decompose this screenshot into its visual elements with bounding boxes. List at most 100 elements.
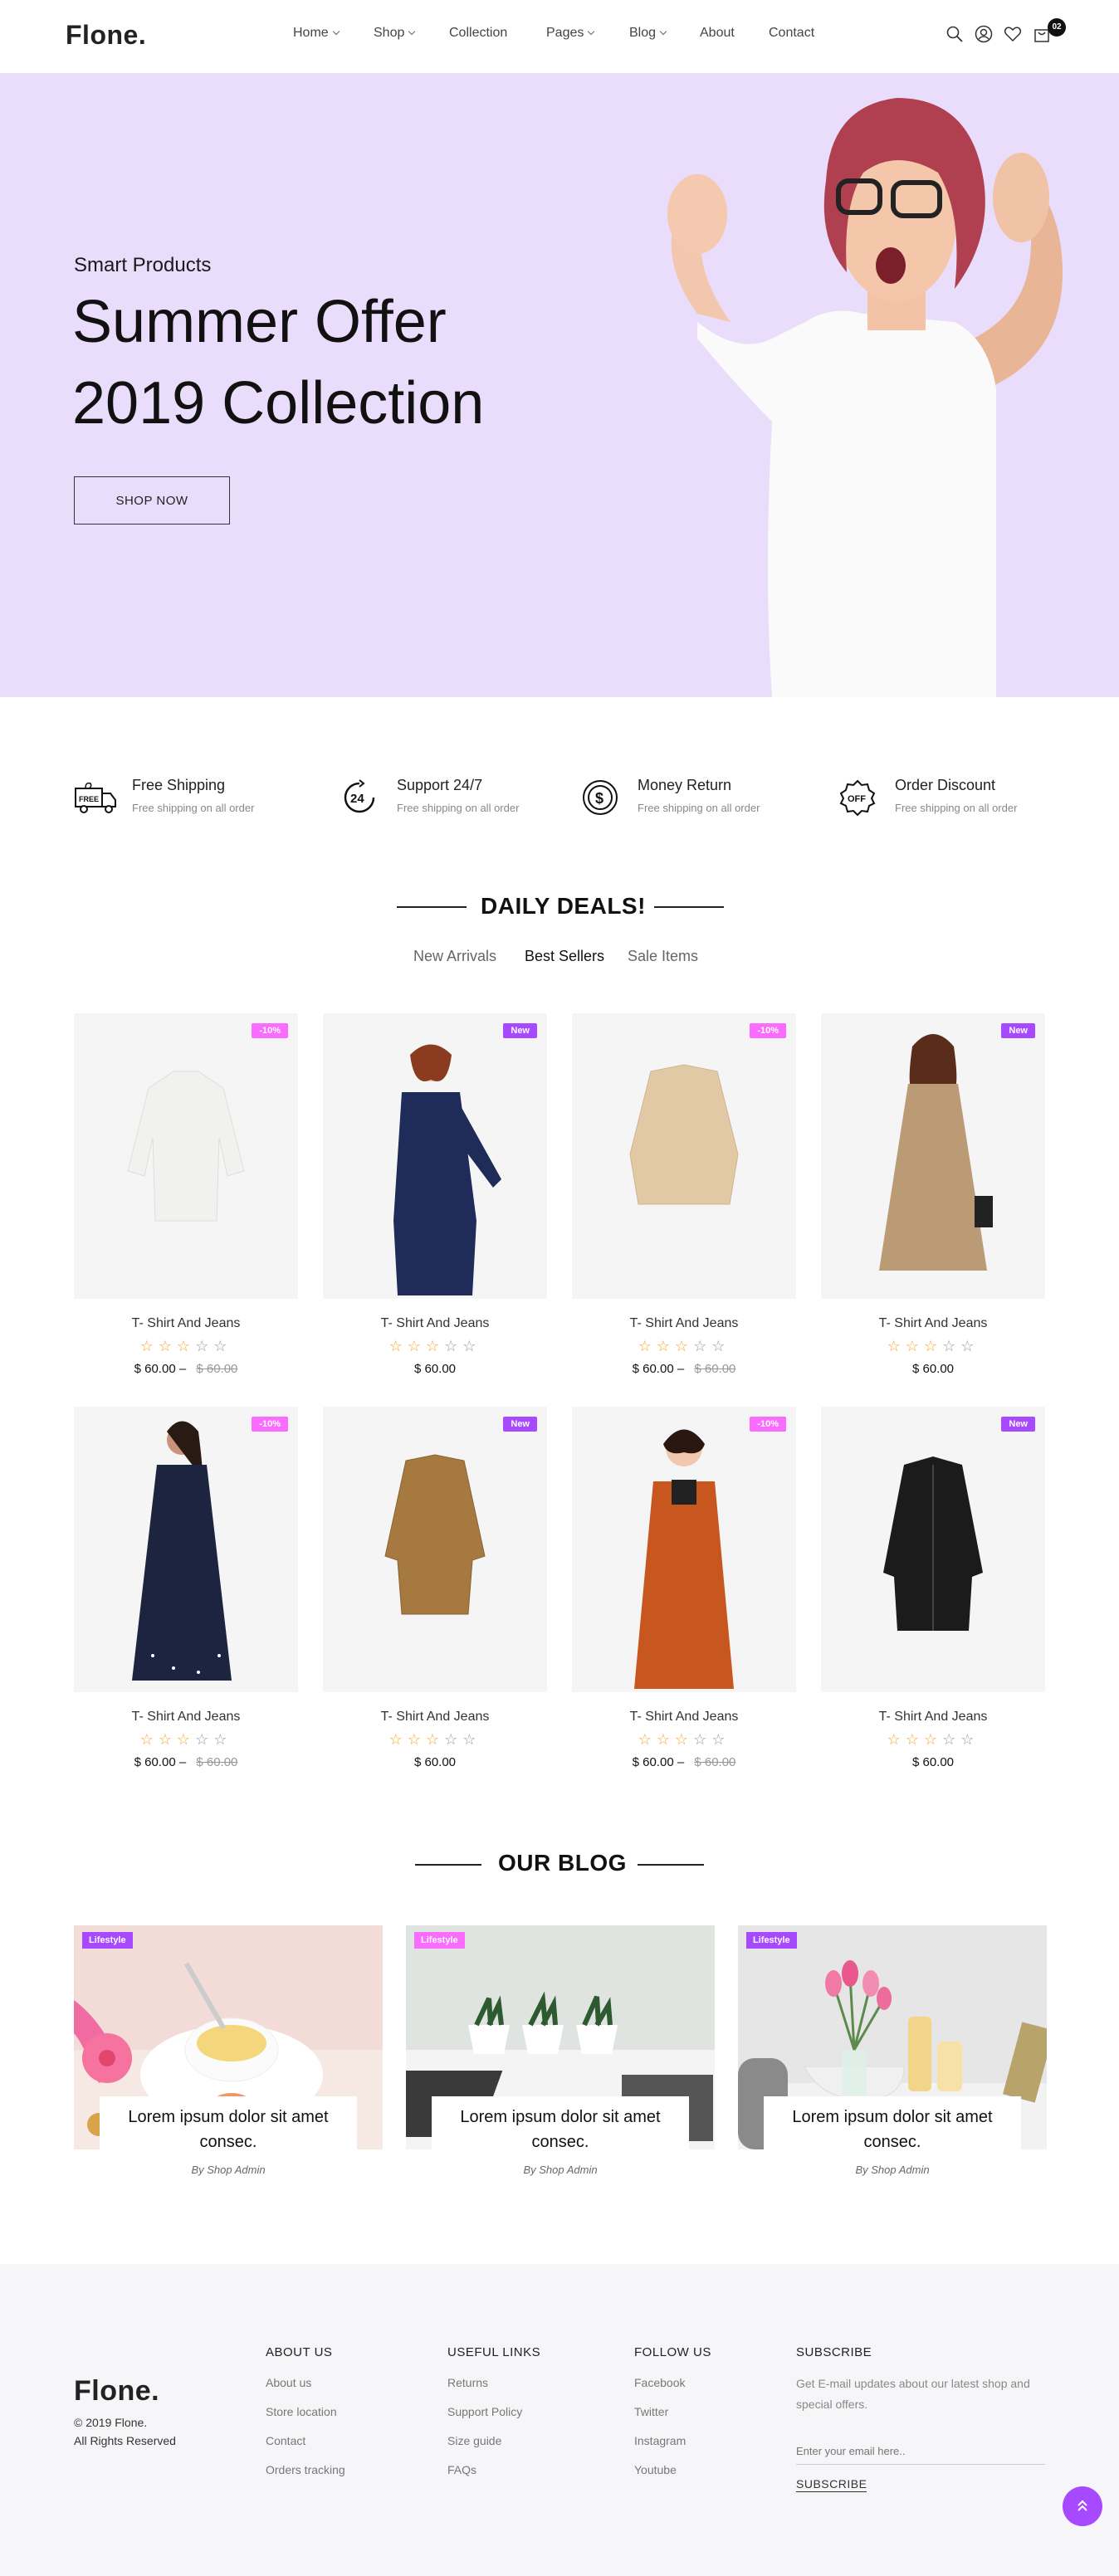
old-price: $ 60.00 [694,1362,736,1376]
title-rule-left [415,1864,481,1866]
star-icon: ☆ [942,1731,961,1748]
blog-category-tag[interactable]: Lifestyle [82,1932,133,1949]
product-card[interactable]: -10% [572,1407,796,1692]
current-price: $ 60.00 [911,1362,955,1376]
footer-link[interactable]: Contact [266,2434,305,2447]
tab-best-sellers[interactable]: Best Sellers [525,948,604,965]
product-image [127,1071,245,1222]
feature-title: Support 24/7 [397,777,483,793]
heart-icon[interactable] [1004,25,1022,43]
logo[interactable]: Flone. [66,20,146,51]
nav-label: Contact [769,26,815,40]
nav-about[interactable]: About [700,26,735,41]
blog-author: By Shop Admin [191,2164,266,2176]
product-image [883,1456,983,1631]
footer-link-facebook[interactable]: Facebook [634,2376,685,2389]
current-price: $ 60.00 [134,1755,176,1769]
product-name[interactable]: T- Shirt And Jeans [821,1316,1045,1331]
star-icon: ☆ [444,1731,463,1748]
star-icon: ☆ [213,1338,232,1354]
star-icon: ☆ [425,1731,445,1748]
price-dash: – [673,1362,688,1376]
subscribe-text: Get E-mail updates about our latest shop… [796,2377,1030,2411]
svg-text:24: 24 [350,792,364,806]
product-card[interactable]: -10% [572,1013,796,1299]
blog-category-tag[interactable]: Lifestyle [746,1932,797,1949]
nav-collection[interactable]: Collection [449,26,507,41]
footer-link[interactable]: Size guide [447,2434,501,2447]
footer-link-youtube[interactable]: Youtube [634,2463,677,2476]
user-icon[interactable] [975,25,993,43]
free-shipping-truck-icon: FREE [75,782,116,813]
product-card[interactable]: New [323,1407,547,1692]
nav-label: Pages [546,26,584,40]
product-card[interactable]: New [323,1013,547,1299]
scroll-top-button[interactable] [1063,2486,1102,2526]
hero-title-line2: 2019 Collection [72,370,485,437]
chevron-down-icon [588,27,595,36]
product-rating: ☆☆☆☆☆ [323,1731,547,1749]
nav-pages[interactable]: Pages [546,26,595,41]
feature-support: 24 Support 24/7 Free shipping on all ord… [339,773,555,823]
product-card[interactable]: -10% [74,1013,298,1299]
product-price: $ 60.00 [821,1755,1045,1769]
star-icon: ☆ [139,1338,159,1354]
feature-subtitle: Free shipping on all order [132,802,255,814]
cart-count-badge: 02 [1048,18,1066,37]
blog-post-title[interactable]: Lorem ipsum dolor sit amet consec. [100,2096,357,2163]
footer-link[interactable]: FAQs [447,2463,476,2476]
product-name[interactable]: T- Shirt And Jeans [821,1710,1045,1725]
footer-link[interactable]: Store location [266,2405,337,2418]
svg-text:FREE: FREE [79,795,99,803]
footer-link[interactable]: About us [266,2376,311,2389]
product-tag: -10% [252,1417,288,1432]
product-card[interactable]: New [821,1013,1045,1299]
product-price: $ 60.00 – $ 60.00 [572,1755,796,1769]
tab-sale-items[interactable]: Sale Items [628,948,698,965]
blog-post-title[interactable]: Lorem ipsum dolor sit amet consec. [764,2096,1021,2163]
product-tag: New [1001,1023,1035,1038]
current-price: $ 60.00 [632,1362,674,1376]
nav-label: Blog [629,26,657,40]
nav-shop[interactable]: Shop [374,26,416,41]
footer-link-twitter[interactable]: Twitter [634,2405,668,2418]
blog-category-tag[interactable]: Lifestyle [414,1932,465,1949]
star-icon: ☆ [444,1338,463,1354]
email-field[interactable] [796,2438,1045,2465]
footer-logo[interactable]: Flone. [74,2375,159,2408]
product-rating: ☆☆☆☆☆ [821,1731,1045,1749]
product-name[interactable]: T- Shirt And Jeans [74,1316,298,1331]
star-icon: ☆ [887,1731,906,1748]
product-price: $ 60.00 [323,1362,547,1376]
footer-link[interactable]: Support Policy [447,2405,522,2418]
tab-new-arrivals[interactable]: New Arrivals [413,948,496,965]
product-name[interactable]: T- Shirt And Jeans [74,1710,298,1725]
product-image [132,1421,232,1681]
nav-blog[interactable]: Blog [629,26,667,41]
product-name[interactable]: T- Shirt And Jeans [572,1316,796,1331]
star-icon: ☆ [711,1338,731,1354]
blog-post-title[interactable]: Lorem ipsum dolor sit amet consec. [432,2096,689,2163]
search-icon[interactable] [946,25,964,43]
product-name[interactable]: T- Shirt And Jeans [323,1710,547,1725]
product-name[interactable]: T- Shirt And Jeans [323,1316,547,1331]
footer-link-instagram[interactable]: Instagram [634,2434,686,2447]
blog-author: By Shop Admin [855,2164,930,2176]
current-price: $ 60.00 [911,1755,955,1769]
product-tag: New [503,1023,537,1038]
product-image [629,1064,739,1205]
footer-heading-subscribe: SUBSCRIBE [796,2345,872,2359]
footer-link[interactable]: Orders tracking [266,2463,345,2476]
subscribe-button[interactable]: SUBSCRIBE [796,2477,867,2492]
nav-label: About [700,26,735,40]
nav-contact[interactable]: Contact [769,26,814,41]
product-price: $ 60.00 – $ 60.00 [572,1362,796,1376]
nav-home[interactable]: Home [293,26,340,41]
order-discount-icon: OFF [839,779,876,817]
product-name[interactable]: T- Shirt And Jeans [572,1710,796,1725]
title-rule-right [654,906,724,908]
product-card[interactable]: New [821,1407,1045,1692]
product-card[interactable]: -10% [74,1407,298,1692]
shop-now-button[interactable]: SHOP NOW [74,476,230,524]
footer-link[interactable]: Returns [447,2376,488,2389]
